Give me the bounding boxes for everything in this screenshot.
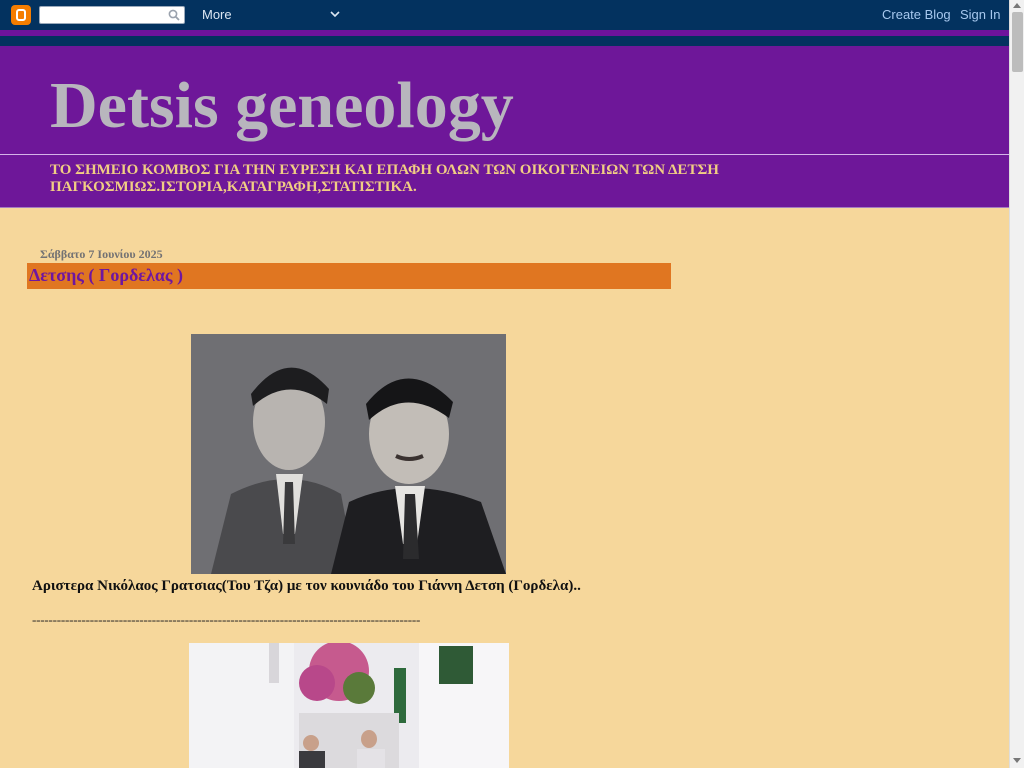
blog-title[interactable]: Detsis geneology bbox=[50, 68, 514, 144]
more-menu-label[interactable]: More bbox=[202, 7, 232, 22]
post-title[interactable]: Δετσης ( Γορδελας ) bbox=[29, 265, 183, 286]
create-blog-link[interactable]: Create Blog bbox=[882, 7, 951, 22]
scroll-down-arrow-icon[interactable] bbox=[1013, 758, 1021, 763]
search-input[interactable] bbox=[39, 6, 185, 24]
search-icon[interactable] bbox=[168, 9, 180, 21]
portrait-illustration bbox=[191, 334, 506, 574]
header-stripe-navy bbox=[0, 36, 1009, 46]
blogger-navbar: More Create Blog Sign In bbox=[0, 0, 1009, 30]
chevron-down-icon[interactable] bbox=[329, 8, 341, 20]
post-photo-portrait[interactable] bbox=[191, 334, 506, 574]
post-title-bar: Δετσης ( Γορδελας ) bbox=[27, 263, 671, 289]
scroll-up-arrow-icon[interactable] bbox=[1013, 3, 1021, 8]
post-photo-street[interactable] bbox=[189, 643, 509, 768]
photo-caption: Αριστερα Νικόλαος Γρατσιας(Του Τζα) με τ… bbox=[32, 578, 581, 594]
sign-in-link[interactable]: Sign In bbox=[960, 7, 1000, 22]
scrollbar-thumb[interactable] bbox=[1012, 12, 1023, 72]
header-divider bbox=[0, 154, 1009, 155]
street-illustration bbox=[189, 643, 509, 768]
post-divider: ----------------------------------------… bbox=[32, 612, 421, 627]
post-date: Σάββατο 7 Ιουνίου 2025 bbox=[40, 247, 163, 261]
page-scrollbar[interactable] bbox=[1009, 0, 1024, 768]
blog-description: ΤΟ ΣΗΜΕΙΟ ΚΟΜΒΟΣ ΓΙΑ ΤΗΝ ΕΥΡΕΣΗ ΚΑΙ ΕΠΑΦ… bbox=[50, 162, 719, 195]
blog-header: Detsis geneology ΤΟ ΣΗΜΕΙΟ ΚΟΜΒΟΣ ΓΙΑ ΤΗ… bbox=[0, 46, 1009, 208]
blogger-logo-icon[interactable] bbox=[11, 5, 31, 25]
